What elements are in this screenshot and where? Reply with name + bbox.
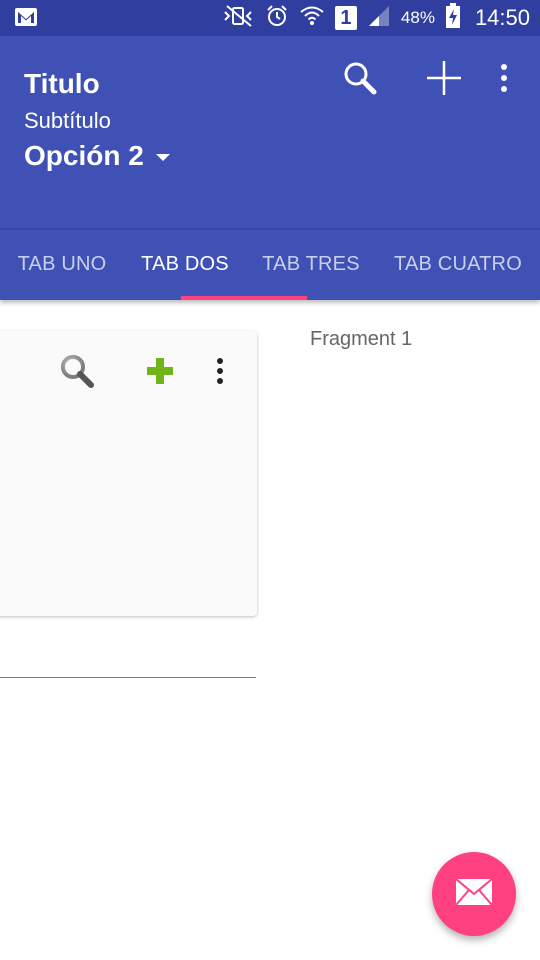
fragment-label: Fragment 1 bbox=[310, 328, 413, 350]
mute-vibrate-icon bbox=[223, 4, 255, 33]
status-bar: 1 48% 14:50 bbox=[0, 0, 540, 36]
tab-tres[interactable]: TAB TRES bbox=[246, 229, 376, 300]
search-button[interactable] bbox=[338, 58, 382, 102]
overflow-menu-button[interactable] bbox=[482, 58, 526, 102]
battery-percent: 48% bbox=[400, 8, 435, 27]
tab-cuatro[interactable]: TAB CUATRO bbox=[376, 229, 540, 300]
overflow-menu-icon bbox=[216, 357, 224, 390]
overflow-menu-icon bbox=[499, 63, 509, 98]
card-search-button[interactable] bbox=[57, 353, 97, 393]
compose-mail-fab[interactable] bbox=[432, 852, 516, 936]
option-spinner[interactable]: Opción 2 bbox=[24, 140, 170, 172]
tab-indicator bbox=[181, 296, 307, 300]
app-subtitle: Subtítulo bbox=[24, 108, 111, 133]
battery-charging-icon bbox=[445, 2, 461, 34]
mail-icon bbox=[455, 877, 493, 911]
tab-dos[interactable]: TAB DOS bbox=[124, 229, 246, 300]
add-button[interactable] bbox=[422, 58, 466, 102]
search-icon bbox=[58, 352, 96, 395]
spinner-value: Opción 2 bbox=[24, 140, 144, 171]
add-icon bbox=[145, 356, 175, 391]
dropdown-arrow-icon bbox=[155, 153, 170, 161]
app-bar: Titulo Subtítulo Opción 2 bbox=[0, 36, 540, 228]
card-add-button[interactable] bbox=[140, 353, 180, 393]
app-title: Titulo bbox=[24, 68, 100, 99]
tab-bar: TAB UNO TAB DOS TAB TRES TAB CUATRO bbox=[0, 228, 540, 300]
sim-icon: 1 bbox=[334, 6, 357, 30]
signal-icon bbox=[367, 4, 391, 33]
status-time: 14:50 bbox=[474, 5, 530, 30]
gmail-icon bbox=[14, 6, 38, 33]
tab-uno[interactable]: TAB UNO bbox=[0, 229, 124, 300]
search-icon bbox=[342, 60, 378, 101]
card bbox=[0, 331, 257, 616]
wifi-icon bbox=[299, 4, 325, 33]
divider bbox=[0, 677, 256, 678]
sim-number: 1 bbox=[340, 7, 352, 29]
card-overflow-button[interactable] bbox=[200, 353, 240, 393]
alarm-icon bbox=[265, 4, 289, 33]
add-icon bbox=[425, 59, 463, 102]
